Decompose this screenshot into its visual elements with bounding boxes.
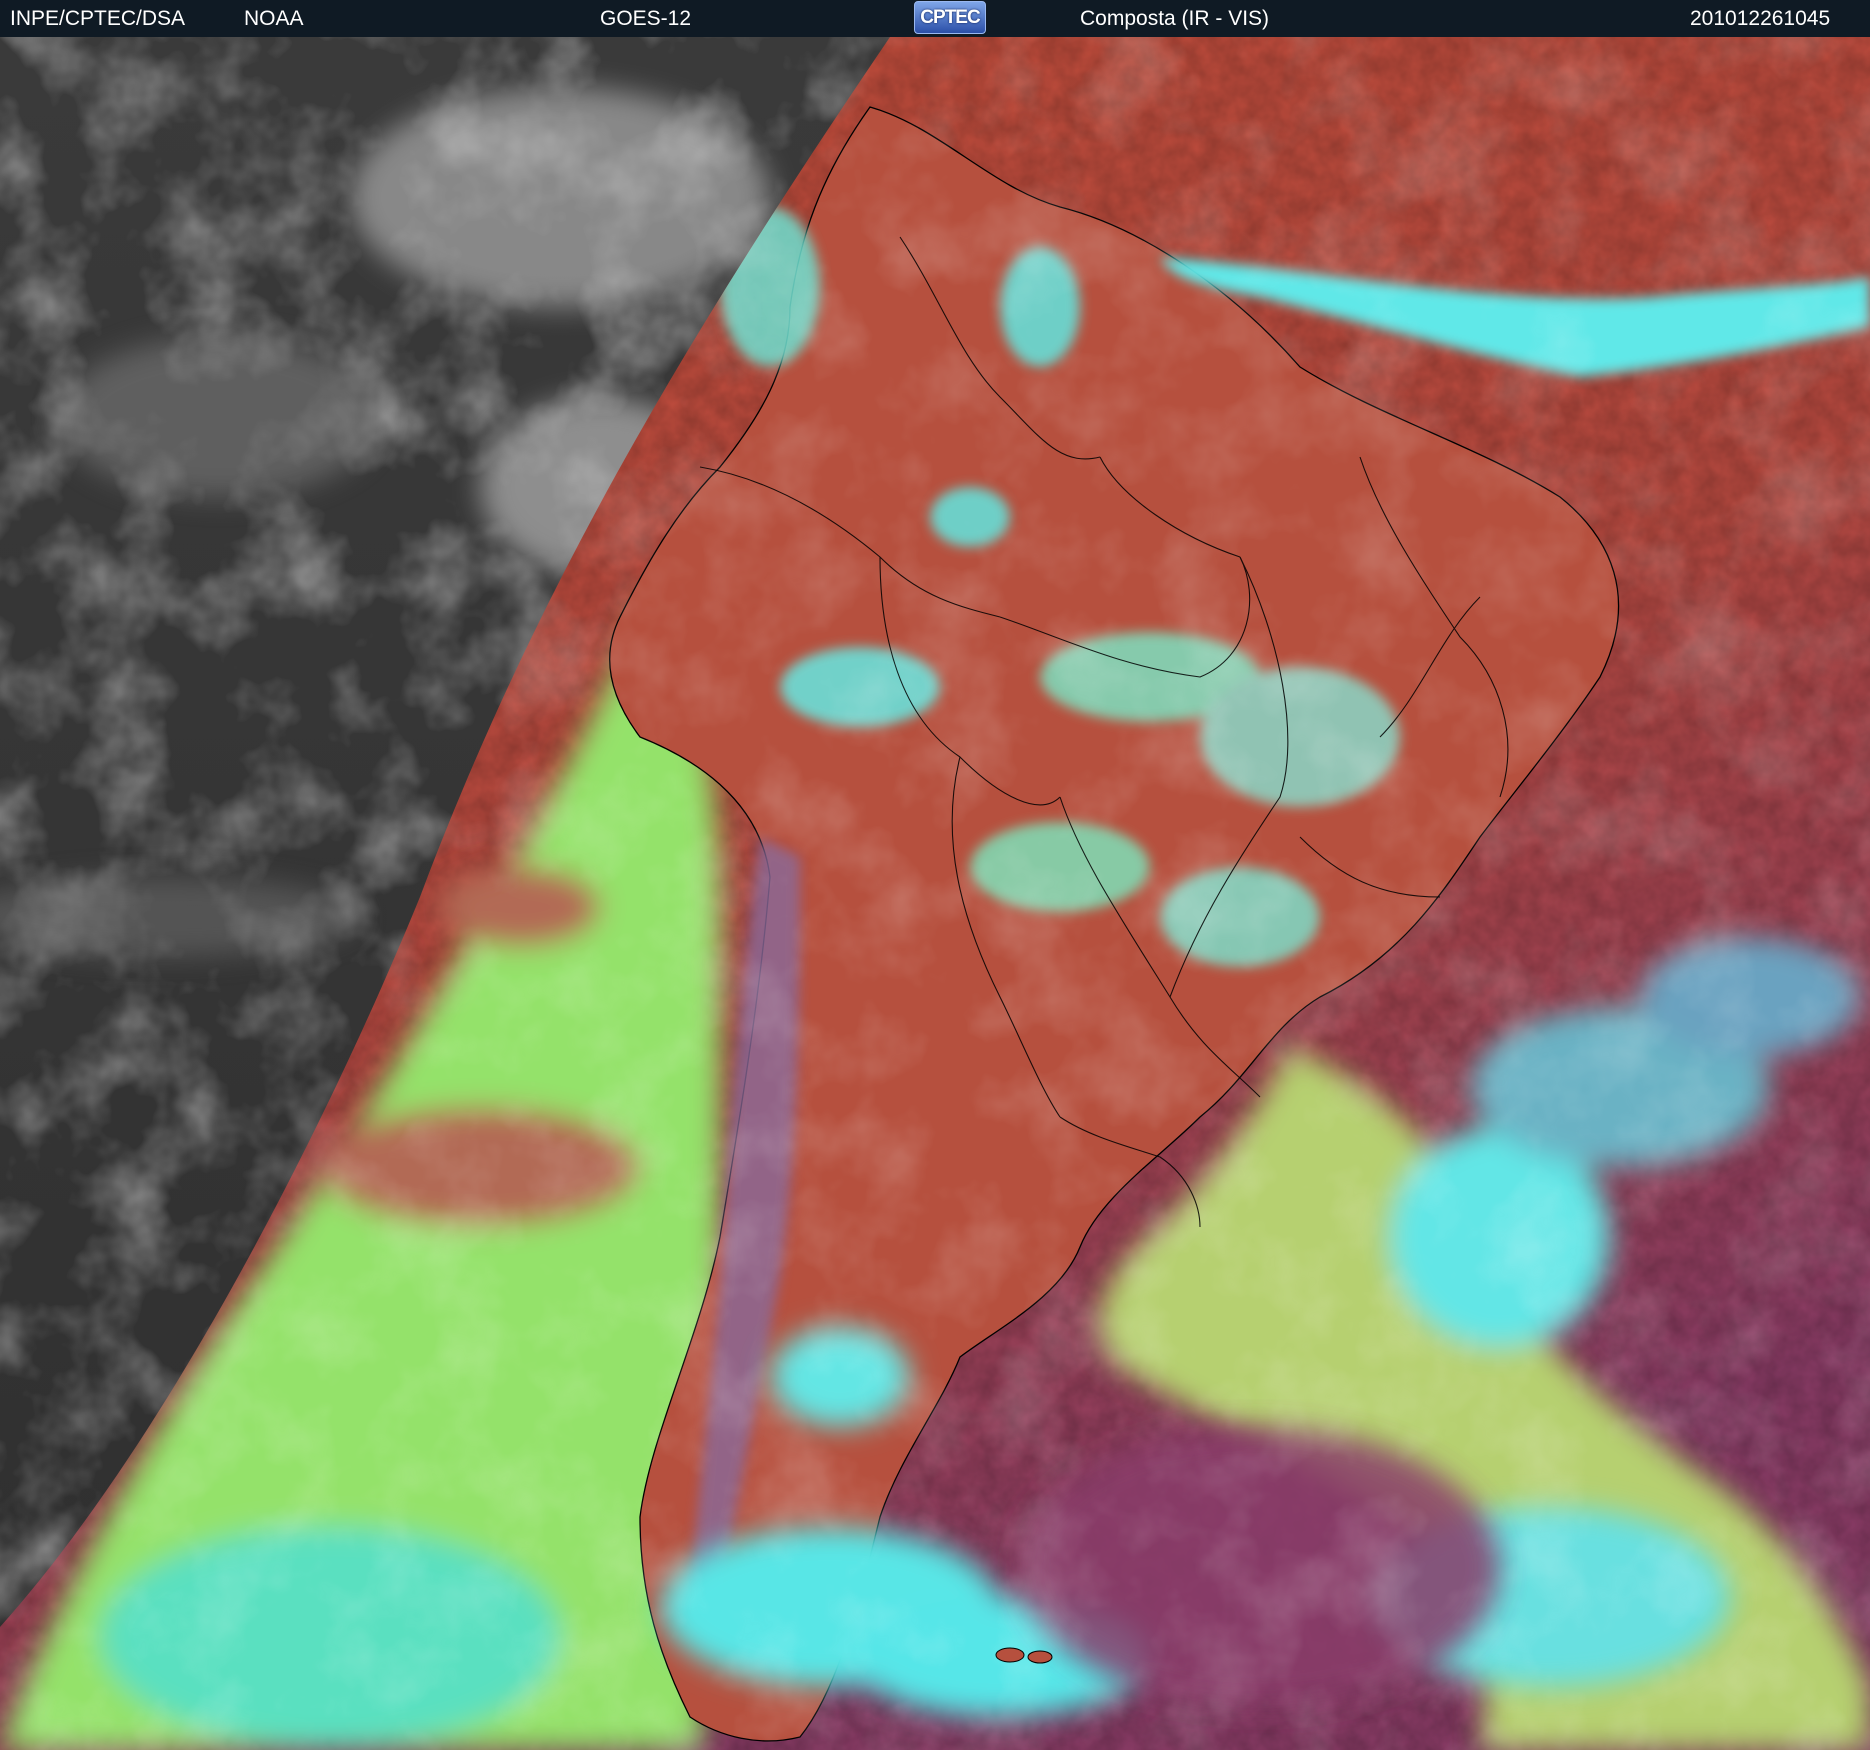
source-label: INPE/CPTEC/DSA: [10, 7, 186, 30]
image-header: INPE/CPTEC/DSA NOAA GOES-12 CPTEC Compos…: [0, 0, 1870, 37]
product-label: Composta (IR - VIS): [1080, 7, 1270, 30]
cptec-logo: CPTEC: [914, 1, 986, 34]
satellite-label: GOES-12: [600, 7, 692, 30]
satellite-image: [0, 37, 1870, 1750]
agency-label: NOAA: [244, 7, 304, 30]
timestamp-label: 201012261045: [1690, 7, 1831, 30]
